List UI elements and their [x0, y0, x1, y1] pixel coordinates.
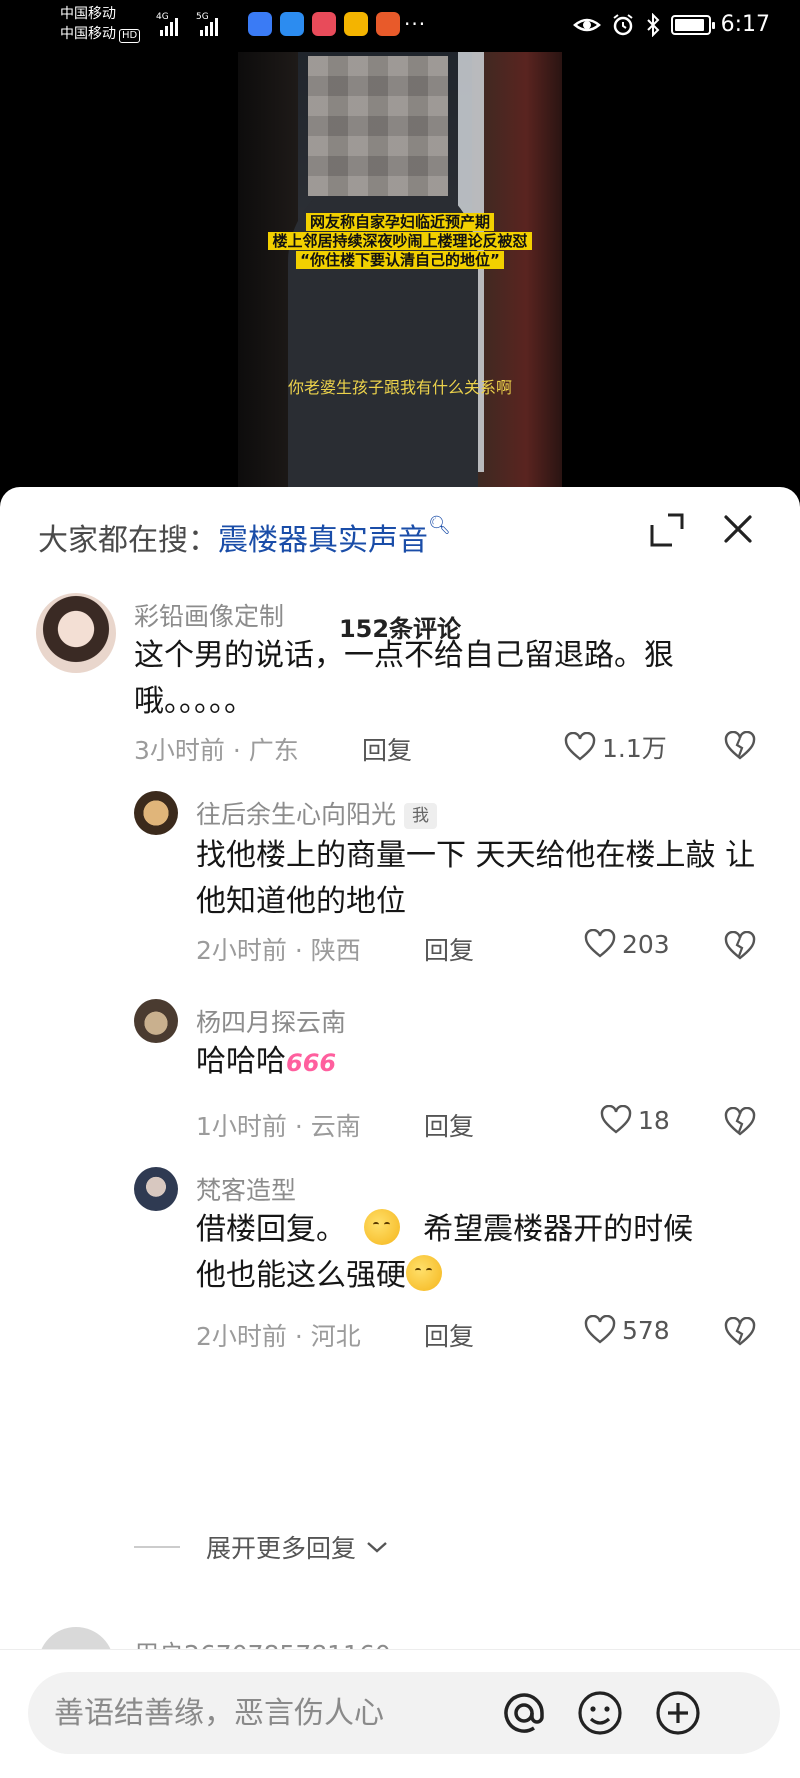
- heart-icon: [584, 1315, 616, 1344]
- comment-text: 借楼回复。 希望震楼器开的时候 他也能这么强硬: [196, 1207, 776, 1299]
- me-tag: 我: [404, 803, 438, 829]
- app-notification-icon: [376, 12, 400, 36]
- comment-username[interactable]: 往后余生心向阳光我: [196, 795, 438, 831]
- broken-heart-icon[interactable]: [724, 1107, 756, 1137]
- comment-username[interactable]: 彩铅画像定制: [134, 597, 284, 633]
- reply-button[interactable]: 回复: [362, 731, 412, 767]
- sticker-666: 666: [286, 1049, 337, 1077]
- app-notification-icon: [312, 12, 336, 36]
- pixelated-face: [308, 56, 448, 196]
- comment-text-content: 哈哈哈: [196, 1044, 286, 1079]
- notification-icons: [248, 12, 400, 36]
- video-player[interactable]: 网友称自家孕妇临近预产期 楼上邻居持续深夜吵闹上楼理论反被怼 “你住楼下要认清自…: [0, 52, 800, 492]
- avatar[interactable]: [134, 791, 178, 835]
- avatar[interactable]: [134, 999, 178, 1043]
- video-frame[interactable]: 网友称自家孕妇临近预产期 楼上邻居持续深夜吵闹上楼理论反被怼 “你住楼下要认清自…: [238, 52, 562, 492]
- broken-heart-icon[interactable]: [724, 931, 756, 961]
- comment-input[interactable]: [54, 1672, 514, 1754]
- like-button[interactable]: 1.1万: [564, 729, 667, 765]
- app-notification-icon: [344, 12, 368, 36]
- plus-icon[interactable]: [654, 1689, 702, 1737]
- like-count: 578: [622, 1315, 670, 1345]
- battery-icon: [670, 14, 715, 35]
- comment-text-part: 借楼回复。: [196, 1212, 346, 1247]
- carrier-1: 中国移动: [60, 6, 116, 22]
- close-icon[interactable]: [718, 509, 758, 549]
- hd-badge: HD: [119, 29, 141, 43]
- comment-panel: 大家都在搜：震楼器真实声音🔍︎ 152条评论 彩铅画像定制 这个男的说话，一点不…: [0, 487, 800, 1778]
- smirk-emoji-icon: [363, 1209, 400, 1245]
- comment-text: 这个男的说话，一点不给自己留退路。狠哦。。。。。: [134, 638, 674, 719]
- expand-icon[interactable]: [648, 511, 686, 549]
- avatar[interactable]: [134, 1167, 178, 1211]
- app-notification-icon: [280, 12, 304, 36]
- comment-input-bar: [0, 1649, 800, 1778]
- like-count: 203: [622, 929, 670, 959]
- video-caption-line-1: 网友称自家孕妇临近预产期: [250, 212, 550, 231]
- comment-username[interactable]: 杨四月探云南: [196, 1003, 346, 1039]
- eye-icon: [572, 18, 601, 31]
- comment-meta: 2小时前 · 河北: [196, 1322, 361, 1351]
- comment-text-part: 他也能这么强硬: [196, 1258, 406, 1293]
- comment-meta: 1小时前 · 云南: [196, 1112, 361, 1141]
- bluetooth-icon: [646, 12, 660, 37]
- signal-5g-icon: 5G: [196, 12, 218, 36]
- reply-button[interactable]: 回复: [424, 1317, 474, 1353]
- comment-text: 找他楼上的商量一下 天天给他在楼上敲 让他知道他的地位: [196, 838, 756, 919]
- trending-search-term[interactable]: 震楼器真实声音: [218, 523, 428, 558]
- emoji-icon[interactable]: [576, 1689, 624, 1737]
- broken-heart-icon[interactable]: [724, 731, 756, 761]
- smirk-emoji-icon: [406, 1255, 442, 1291]
- like-button[interactable]: 18: [600, 1105, 670, 1135]
- status-bar: 中国移动 中国移动 HD 4G 5G ··· 6:17: [0, 0, 800, 52]
- carrier-info: 中国移动 中国移动 HD: [60, 4, 141, 44]
- comment-text: 哈哈哈666: [196, 1039, 756, 1086]
- like-count: 18: [638, 1105, 670, 1135]
- at-icon[interactable]: [500, 1689, 548, 1737]
- trending-search-label: 大家都在搜：: [38, 523, 218, 558]
- network-4g-label: 4G: [156, 12, 169, 22]
- comment-meta: 2小时前 · 陕西: [196, 936, 361, 965]
- chevron-down-icon: [367, 1542, 387, 1553]
- comment-username[interactable]: 梵客造型: [196, 1171, 296, 1207]
- signal-4g-icon: 4G: [156, 12, 178, 36]
- reply-button[interactable]: 回复: [424, 1107, 474, 1143]
- trending-search: 大家都在搜：震楼器真实声音🔍︎: [38, 515, 451, 559]
- heart-icon: [564, 732, 596, 761]
- comment-text-part: 希望震楼器开的时候: [423, 1212, 694, 1247]
- video-caption-line-3: “你住楼下要认清自己的地位”: [250, 250, 550, 269]
- like-count: 1.1万: [602, 734, 667, 763]
- search-icon: 🔍︎: [428, 515, 451, 536]
- reply-button[interactable]: 回复: [424, 931, 474, 967]
- comment-input-wrapper[interactable]: [28, 1672, 780, 1754]
- expand-replies-button[interactable]: 展开更多回复: [134, 1529, 388, 1565]
- app-notification-icon: [248, 12, 272, 36]
- video-caption-line-2: 楼上邻居持续深夜吵闹上楼理论反被怼: [250, 231, 550, 250]
- divider: [134, 1546, 180, 1548]
- more-notifications: ···: [404, 12, 427, 36]
- like-button[interactable]: 578: [584, 1315, 670, 1345]
- network-5g-label: 5G: [196, 12, 209, 22]
- heart-icon: [600, 1105, 632, 1134]
- comment-username-text[interactable]: 往后余生心向阳光: [196, 800, 396, 829]
- comment-meta: 3小时前 · 广东: [134, 736, 299, 765]
- carrier-2: 中国移动: [60, 26, 116, 42]
- clock: 6:17: [720, 12, 770, 37]
- alarm-icon: [612, 13, 633, 35]
- like-button[interactable]: 203: [584, 929, 670, 959]
- video-subtitle: 你老婆生孩子跟我有什么关系啊: [287, 378, 512, 397]
- broken-heart-icon[interactable]: [724, 1317, 756, 1347]
- expand-replies-label[interactable]: 展开更多回复: [206, 1529, 356, 1565]
- avatar[interactable]: [36, 593, 116, 673]
- heart-icon: [584, 929, 616, 958]
- trending-search-link[interactable]: 震楼器真实声音🔍︎: [218, 515, 451, 558]
